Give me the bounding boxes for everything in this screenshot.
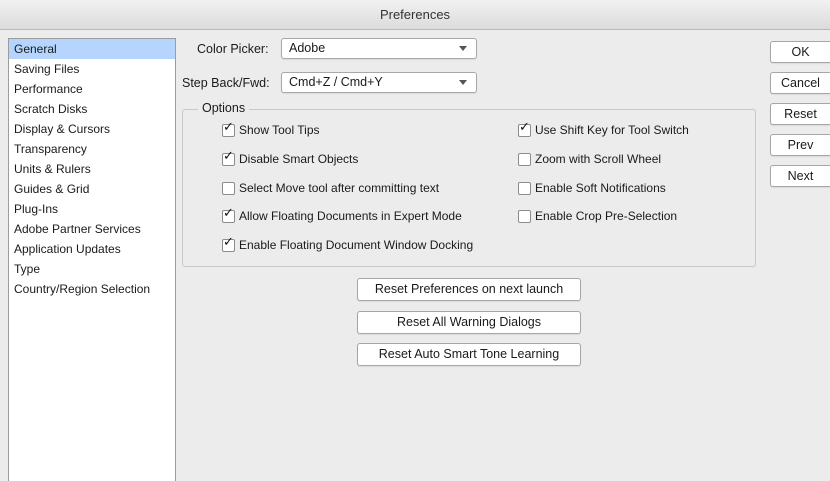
checkbox-box[interactable]: ✓ [222,234,235,252]
step-back-label: Step Back/Fwd: [182,76,270,90]
enable-soft-notifications-label: Enable Soft Notifications [535,181,666,195]
allow-floating-documents-label: Allow Floating Documents in Expert Mode [239,209,462,223]
show-tool-tips-label: Show Tool Tips [239,123,320,137]
preferences-sidebar: General Saving Files Performance Scratch… [8,38,176,481]
zoom-scroll-wheel-checkbox[interactable]: Zoom with Scroll Wheel [518,152,661,166]
disable-smart-objects-checkbox[interactable]: ✓ Disable Smart Objects [222,148,359,166]
disable-smart-objects-label: Disable Smart Objects [239,152,359,166]
step-back-dropdown[interactable]: Cmd+Z / Cmd+Y [281,72,477,93]
cancel-button[interactable]: Cancel [770,72,830,94]
reset-button[interactable]: Reset [770,103,830,125]
checkmark-icon: ✓ [519,119,530,135]
checkmark-icon: ✓ [223,205,234,221]
enable-floating-docking-checkbox[interactable]: ✓ Enable Floating Document Window Dockin… [222,234,474,252]
use-shift-key-checkbox[interactable]: ✓ Use Shift Key for Tool Switch [518,119,689,137]
preferences-window: General Saving Files Performance Scratch… [0,30,830,481]
window-title: Preferences [379,7,451,22]
options-title: Options [198,101,250,115]
sidebar-item-adobe-partner-services[interactable]: Adobe Partner Services [9,219,175,239]
chevron-down-icon [459,80,467,85]
sidebar-item-plug-ins[interactable]: Plug-Ins [9,199,175,219]
sidebar-item-scratch-disks[interactable]: Scratch Disks [9,99,175,119]
checkmark-icon: ✓ [223,148,234,164]
reset-warning-dialogs-button[interactable]: Reset All Warning Dialogs [357,311,581,334]
enable-floating-docking-label: Enable Floating Document Window Docking [239,238,474,252]
checkbox-box[interactable] [518,181,531,195]
sidebar-item-type[interactable]: Type [9,259,175,279]
checkbox-box[interactable]: ✓ [222,148,235,166]
chevron-down-icon [459,46,467,51]
show-tool-tips-checkbox[interactable]: ✓ Show Tool Tips [222,119,320,137]
prev-button[interactable]: Prev [770,134,830,156]
reset-preferences-button[interactable]: Reset Preferences on next launch [357,278,581,301]
step-back-value: Cmd+Z / Cmd+Y [289,75,383,89]
select-move-tool-checkbox[interactable]: Select Move tool after committing text [222,181,439,195]
use-shift-key-label: Use Shift Key for Tool Switch [535,123,689,137]
enable-crop-preselection-label: Enable Crop Pre-Selection [535,209,678,223]
zoom-scroll-wheel-label: Zoom with Scroll Wheel [535,152,662,166]
sidebar-item-application-updates[interactable]: Application Updates [9,239,175,259]
color-picker-label: Color Picker: [197,42,269,56]
enable-crop-preselection-checkbox[interactable]: Enable Crop Pre-Selection [518,209,677,223]
ok-button[interactable]: OK [770,41,830,63]
reset-smart-tone-button[interactable]: Reset Auto Smart Tone Learning [357,343,581,366]
select-move-tool-label: Select Move tool after committing text [239,181,440,195]
window-title-bar: Preferences [0,0,830,30]
color-picker-value: Adobe [289,41,326,55]
enable-soft-notifications-checkbox[interactable]: Enable Soft Notifications [518,181,666,195]
checkbox-box[interactable]: ✓ [222,119,235,137]
allow-floating-documents-checkbox[interactable]: ✓ Allow Floating Documents in Expert Mod… [222,205,462,223]
next-button[interactable]: Next [770,165,830,187]
checkmark-icon: ✓ [223,234,234,250]
checkbox-box[interactable] [518,209,531,223]
sidebar-item-general[interactable]: General [9,39,175,59]
checkbox-box[interactable]: ✓ [518,119,531,137]
checkbox-box[interactable] [518,152,531,166]
color-picker-dropdown[interactable]: Adobe [281,38,477,59]
checkbox-box[interactable]: ✓ [222,205,235,223]
sidebar-item-transparency[interactable]: Transparency [9,139,175,159]
checkmark-icon: ✓ [223,119,234,135]
sidebar-item-saving-files[interactable]: Saving Files [9,59,175,79]
sidebar-item-units-rulers[interactable]: Units & Rulers [9,159,175,179]
sidebar-item-guides-grid[interactable]: Guides & Grid [9,179,175,199]
sidebar-item-performance[interactable]: Performance [9,79,175,99]
checkbox-box[interactable] [222,181,235,195]
sidebar-item-display-cursors[interactable]: Display & Cursors [9,119,175,139]
sidebar-item-country-region[interactable]: Country/Region Selection [9,279,175,299]
